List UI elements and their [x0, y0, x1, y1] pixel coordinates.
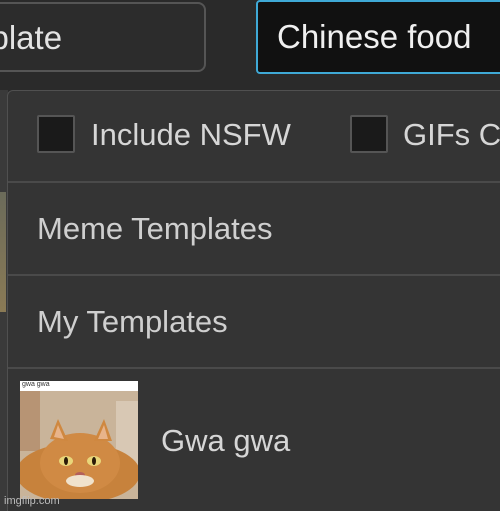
cat-image	[20, 391, 138, 499]
template-field-text: mplate	[0, 19, 63, 56]
meme-templates-option[interactable]: Meme Templates	[8, 183, 500, 276]
search-input[interactable]	[256, 0, 500, 74]
include-nsfw-checkbox[interactable]	[37, 115, 75, 153]
gifs-label[interactable]: GIFs C	[403, 117, 500, 153]
result-thumbnail: gwa gwa	[20, 381, 138, 499]
meme-search-screen: mplate Include NSFW GIFs C Meme Template…	[0, 0, 500, 511]
meme-templates-label: Meme Templates	[37, 211, 273, 246]
filter-row: Include NSFW GIFs C	[8, 91, 500, 183]
search-result-item[interactable]: gwa gwa Gwa gwa	[8, 369, 500, 511]
my-templates-option[interactable]: My Templates	[8, 276, 500, 369]
result-label: Gwa gwa	[161, 423, 291, 458]
background-image-fragment	[0, 192, 6, 312]
gifs-checkbox[interactable]	[350, 115, 388, 153]
imgflip-watermark: imgflip.com	[4, 495, 60, 507]
search-results-dropdown: Include NSFW GIFs C Meme Templates My Te…	[7, 90, 500, 511]
include-nsfw-label[interactable]: Include NSFW	[91, 117, 291, 153]
my-templates-label: My Templates	[37, 304, 228, 339]
template-field[interactable]: mplate	[0, 2, 206, 72]
